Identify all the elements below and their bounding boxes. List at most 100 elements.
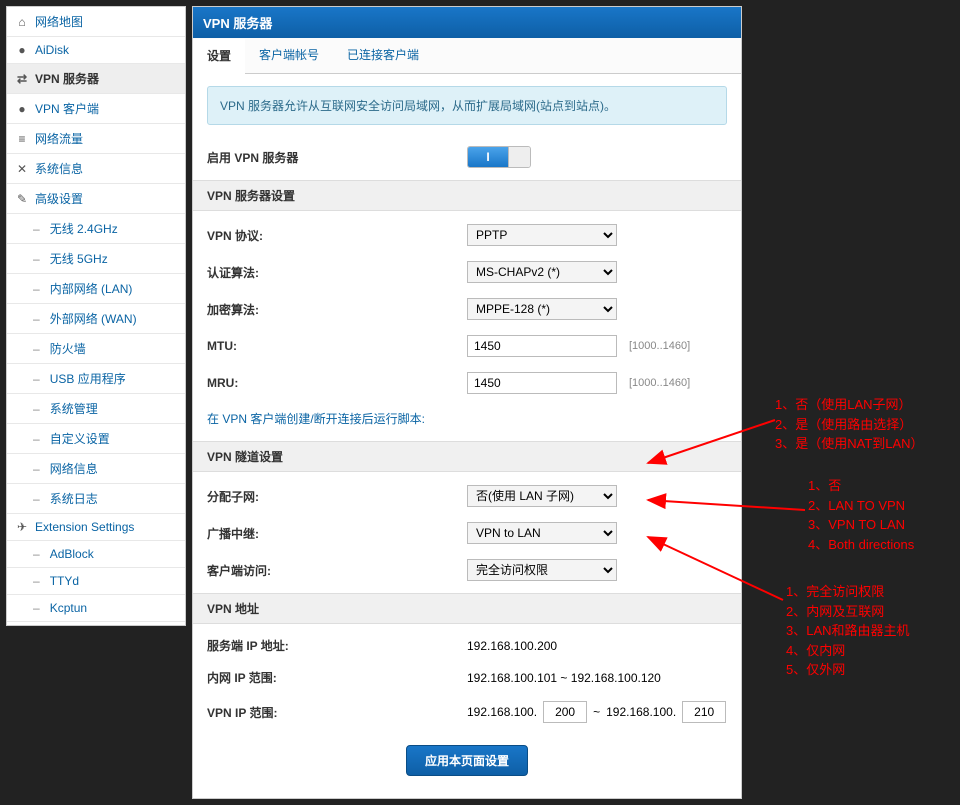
dash-icon: – <box>33 462 40 476</box>
sidebar-item-advanced[interactable]: ✎ 高级设置 <box>7 184 185 214</box>
sidebar-sub-label: 无线 5GHz <box>50 250 108 267</box>
sidebar-sub-label: AdBlock <box>50 547 94 561</box>
home-icon: ⌂ <box>15 15 29 29</box>
sidebar-sub-label: TTYd <box>50 574 79 588</box>
lanrange-value: 192.168.100.101 ~ 192.168.100.120 <box>467 671 661 685</box>
section-tunnel: VPN 隧道设置 <box>193 441 741 472</box>
dash-icon: – <box>33 222 40 236</box>
auth-label: 认证算法: <box>207 264 467 281</box>
vpnrange-prefix2: 192.168.100. <box>606 705 676 719</box>
sidebar-item-traffic[interactable]: ≡ 网络流量 <box>7 124 185 154</box>
vpnrange-sep: ~ <box>593 705 600 719</box>
vpnrange-from-input[interactable] <box>543 701 587 723</box>
sidebar-sub-wifi5[interactable]: –无线 5GHz <box>7 244 185 274</box>
srvip-value: 192.168.100.200 <box>467 639 557 653</box>
annotation-subnet: 1、否（使用LAN子网） 2、是（使用路由选择） 3、是（使用NAT到LAN） <box>775 395 924 454</box>
sidebar-item-label: 高级设置 <box>35 190 83 207</box>
sidebar-sub-label: 外部网络 (WAN) <box>50 310 137 327</box>
dash-icon: – <box>33 547 40 561</box>
mtu-input[interactable] <box>467 335 617 357</box>
plane-icon: ✈ <box>15 520 29 534</box>
auth-select[interactable]: MS-CHAPv2 (*) <box>467 261 617 283</box>
proto-label: VPN 协议: <box>207 227 467 244</box>
enc-select[interactable]: MPPE-128 (*) <box>467 298 617 320</box>
tab-accounts[interactable]: 客户端帐号 <box>245 38 333 73</box>
sidebar-sub-label: 系统管理 <box>50 400 98 417</box>
sidebar-sub-label: 自定义设置 <box>50 430 110 447</box>
tab-connected[interactable]: 已连接客户端 <box>333 38 433 73</box>
dash-icon: – <box>33 342 40 356</box>
tabs: 设置 客户端帐号 已连接客户端 <box>193 38 741 74</box>
dash-icon: – <box>33 492 40 506</box>
sidebar-item-label: 网络流量 <box>35 130 83 147</box>
enc-label: 加密算法: <box>207 301 467 318</box>
sidebar-sub-label: 系统日志 <box>50 490 98 507</box>
sidebar-sub-usbapps[interactable]: –USB 应用程序 <box>7 364 185 394</box>
sidebar-sub-label: 防火墙 <box>50 340 86 357</box>
sidebar-sub-lan[interactable]: –内部网络 (LAN) <box>7 274 185 304</box>
mru-hint: [1000..1460] <box>629 377 690 389</box>
sysinfo-icon: ✕ <box>15 162 29 176</box>
sidebar-item-vpn-client[interactable]: ●VPN 客户端 <box>7 94 185 124</box>
sidebar-sub-label: Kcptun <box>50 601 87 615</box>
sidebar-item-label: Extension Settings <box>35 520 134 534</box>
vpnrange-to-input[interactable] <box>682 701 726 723</box>
section-address: VPN 地址 <box>193 593 741 624</box>
dash-icon: – <box>33 372 40 386</box>
sidebar-sub-label: USB 应用程序 <box>50 370 126 387</box>
subnet-label: 分配子网: <box>207 488 467 505</box>
sidebar-item-netmap[interactable]: ⌂网络地图 <box>7 7 185 37</box>
sidebar-sub-netinfo[interactable]: –网络信息 <box>7 454 185 484</box>
dash-icon: – <box>33 601 40 615</box>
sidebar-item-aidisk[interactable]: ●AiDisk <box>7 37 185 64</box>
section-server: VPN 服务器设置 <box>193 180 741 211</box>
vpnrange-prefix: 192.168.100. <box>467 705 537 719</box>
dash-icon: – <box>33 574 40 588</box>
lanrange-label: 内网 IP 范围: <box>207 669 467 686</box>
proto-select[interactable]: PPTP <box>467 224 617 246</box>
sidebar-sub-wan[interactable]: –外部网络 (WAN) <box>7 304 185 334</box>
toggle-off-icon <box>508 147 530 167</box>
annotation-relay: 1、否 2、LAN TO VPN 3、VPN TO LAN 4、Both dir… <box>808 476 914 554</box>
sidebar-sub-custom[interactable]: –自定义设置 <box>7 424 185 454</box>
disk-icon: ● <box>15 43 29 57</box>
sidebar-sub-wifi24[interactable]: –无线 2.4GHz <box>7 214 185 244</box>
sidebar-sub-sysadmin[interactable]: –系统管理 <box>7 394 185 424</box>
sidebar-item-vpn-server[interactable]: ⇄VPN 服务器 <box>7 64 185 94</box>
vpn-client-icon: ● <box>15 102 29 116</box>
annotation-access: 1、完全访问权限 2、内网及互联网 3、LAN和路由器主机 4、仅内网 5、仅外… <box>786 582 910 680</box>
dash-icon: – <box>33 432 40 446</box>
sidebar-item-sysinfo[interactable]: ✕系统信息 <box>7 154 185 184</box>
enable-toggle[interactable]: I <box>467 146 531 168</box>
vpnrange-label: VPN IP 范围: <box>207 704 467 721</box>
sidebar-item-extensions[interactable]: ✈ Extension Settings <box>7 514 185 541</box>
dash-icon: – <box>33 282 40 296</box>
mru-input[interactable] <box>467 372 617 394</box>
sidebar-sub-sqm[interactable]: –SQM QoS <box>7 622 185 626</box>
sidebar-sub-ttyd[interactable]: –TTYd <box>7 568 185 595</box>
access-select[interactable]: 完全访问权限 <box>467 559 617 581</box>
mtu-label: MTU: <box>207 339 467 353</box>
subnet-select[interactable]: 否(使用 LAN 子网) <box>467 485 617 507</box>
tab-settings[interactable]: 设置 <box>193 39 245 74</box>
dash-icon: – <box>33 312 40 326</box>
info-box: VPN 服务器允许从互联网安全访问局域网，从而扩展局域网(站点到站点)。 <box>207 86 727 125</box>
sidebar: ⌂网络地图 ●AiDisk ⇄VPN 服务器 ●VPN 客户端 ≡网络流量 ✕系… <box>6 6 186 626</box>
sidebar-sub-firewall[interactable]: –防火墙 <box>7 334 185 364</box>
relay-select[interactable]: VPN to LAN <box>467 522 617 544</box>
srvip-label: 服务端 IP 地址: <box>207 637 467 654</box>
sidebar-sub-syslog[interactable]: –系统日志 <box>7 484 185 514</box>
sidebar-sub-adblock[interactable]: –AdBlock <box>7 541 185 568</box>
panel-title: VPN 服务器 <box>193 7 741 38</box>
dash-icon: – <box>33 402 40 416</box>
traffic-icon: ≡ <box>15 132 29 146</box>
mru-label: MRU: <box>207 376 467 390</box>
dash-icon: – <box>33 252 40 266</box>
script-link[interactable]: 在 VPN 客户端创建/断开连接后运行脚本: <box>207 412 425 426</box>
wrench-icon: ✎ <box>15 192 29 206</box>
vpn-server-icon: ⇄ <box>15 72 29 86</box>
apply-button[interactable]: 应用本页面设置 <box>406 745 528 776</box>
sidebar-sub-kcptun[interactable]: –Kcptun <box>7 595 185 622</box>
sidebar-sub-label: 网络信息 <box>50 460 98 477</box>
mtu-hint: [1000..1460] <box>629 340 690 352</box>
